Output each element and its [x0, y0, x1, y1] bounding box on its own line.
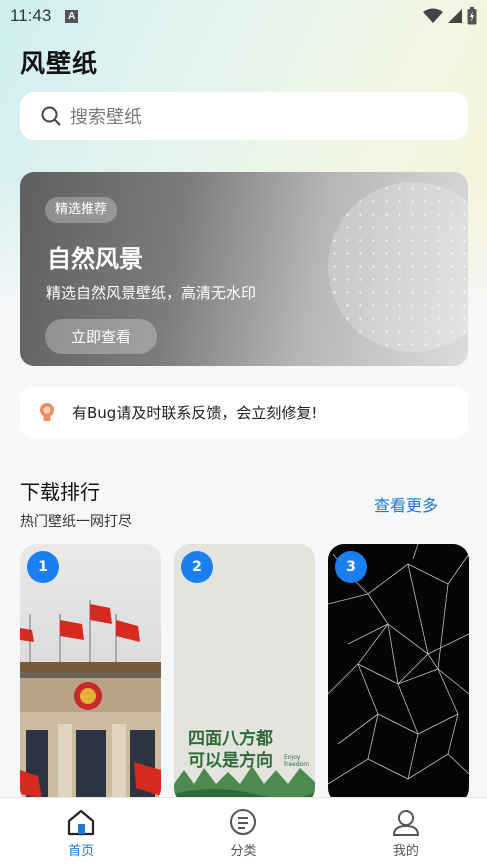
view-more-link[interactable]: 查看更多: [374, 492, 438, 516]
banner-tag: 精选推荐: [45, 197, 118, 223]
tab-home[interactable]: 首页: [0, 798, 162, 865]
app-title: 风壁纸: [20, 49, 99, 78]
status-right-icons: [423, 7, 477, 25]
wallpaper-card-2[interactable]: 2 四面八方都可以是方向 Enjoy freedom: [174, 544, 315, 804]
bottom-tab-bar: 首页 分类 我的: [0, 797, 487, 865]
rank-badge: 3: [335, 551, 367, 583]
tab-profile-label: 我的: [392, 844, 419, 859]
user-icon: [392, 810, 419, 836]
banner-decoration: [328, 182, 468, 352]
cracked-glass-thumbnail: [328, 544, 469, 785]
wallpaper-card-1[interactable]: 1: [20, 544, 161, 804]
tab-category[interactable]: 分类: [162, 798, 324, 865]
search-bar[interactable]: 搜索壁纸: [20, 92, 468, 140]
banner-title: 自然风景: [47, 245, 143, 273]
featured-banner[interactable]: 精选推荐 自然风景 精选自然风景壁纸，高清无水印 立即查看: [20, 172, 468, 366]
lightbulb-icon: [40, 402, 54, 421]
rank-badge: 2: [181, 551, 213, 583]
view-now-button[interactable]: 立即查看: [45, 319, 157, 354]
bug-notice[interactable]: 有Bug请及时联系反馈，会立刻修复!: [20, 387, 468, 438]
notification-icon: A: [65, 9, 79, 23]
notice-text: 有Bug请及时联系反馈，会立刻修复!: [72, 404, 318, 422]
wifi-icon: [423, 8, 443, 23]
tab-home-label: 首页: [68, 844, 95, 859]
battery-icon: [467, 7, 477, 25]
tab-profile[interactable]: 我的: [325, 798, 487, 865]
status-bar: 11:43 A: [0, 0, 487, 32]
banner-description: 精选自然风景壁纸，高清无水印: [46, 284, 257, 302]
search-icon: [41, 106, 61, 126]
category-icon: [230, 809, 257, 835]
signal-icon: [448, 9, 462, 23]
search-placeholder: 搜索壁纸: [70, 107, 142, 128]
wallpaper-thumbnail: [20, 600, 161, 804]
ranking-subtitle: 热门壁纸一网打尽: [20, 514, 132, 530]
rank-badge: 1: [27, 551, 59, 583]
tab-category-label: 分类: [230, 844, 257, 859]
ranking-title: 下载排行: [20, 480, 100, 504]
wallpaper-card-3[interactable]: 3: [328, 544, 469, 804]
status-time: 11:43: [10, 6, 52, 25]
home-icon: [68, 809, 95, 836]
